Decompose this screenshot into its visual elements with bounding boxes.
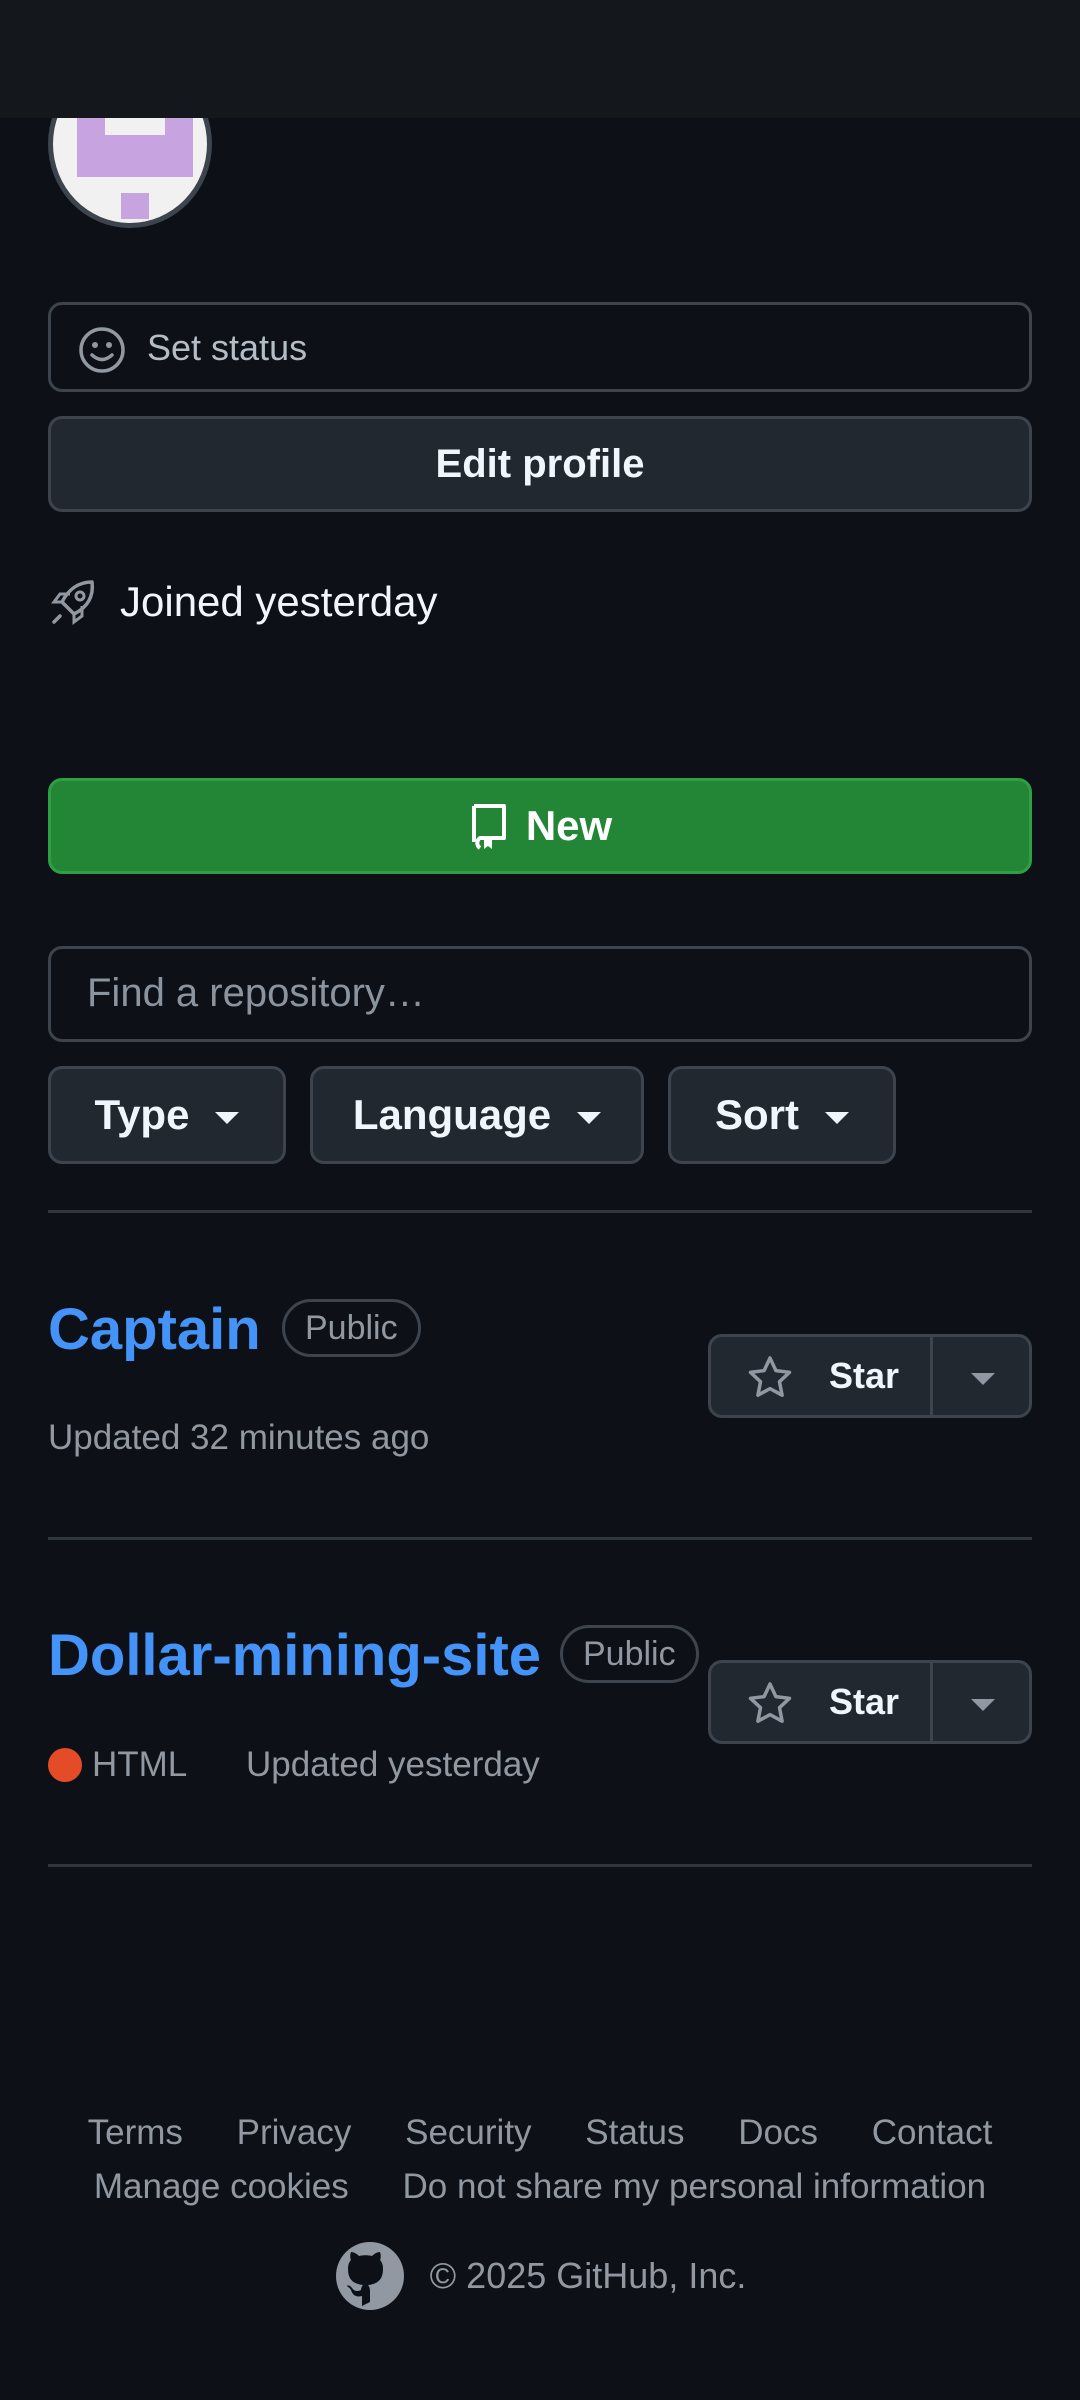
repository-language: HTML bbox=[48, 1745, 187, 1785]
star-button[interactable]: Star bbox=[711, 1337, 933, 1415]
find-repository-input[interactable]: Find a repository… bbox=[48, 946, 1032, 1042]
sort-filter-label: Sort bbox=[715, 1091, 799, 1138]
footer-link-do-not-share[interactable]: Do not share my personal information bbox=[403, 2167, 987, 2206]
type-filter-button[interactable]: Type bbox=[48, 1066, 286, 1164]
visibility-badge: Public bbox=[560, 1625, 699, 1683]
svg-text:Vo: Vo bbox=[832, 46, 849, 62]
divider bbox=[48, 1864, 1032, 1867]
new-repository-button[interactable]: New bbox=[48, 778, 1032, 874]
language-filter-label: Language bbox=[352, 1091, 552, 1138]
star-button-group: Star bbox=[708, 1660, 1032, 1744]
joined-label: Joined yesterday bbox=[120, 578, 438, 625]
star-label: Star bbox=[829, 1355, 900, 1396]
language-filter-button[interactable]: Language bbox=[310, 1066, 644, 1164]
edit-profile-label: Edit profile bbox=[435, 442, 645, 486]
divider bbox=[48, 1537, 1032, 1540]
copyright-text: © 2025 GitHub, Inc. bbox=[429, 2255, 747, 2296]
signal-4g-icon: 4G bbox=[876, 43, 917, 76]
identicon-image bbox=[77, 101, 193, 219]
set-status-button[interactable]: Set status bbox=[48, 302, 1032, 392]
repository-name-link[interactable]: Dollar-mining-site bbox=[48, 1622, 541, 1689]
footer-link-status[interactable]: Status bbox=[585, 2113, 684, 2152]
cloud-icon bbox=[268, 49, 298, 68]
sort-filter-button[interactable]: Sort bbox=[668, 1066, 896, 1164]
volte-icon: Vo LTE bbox=[830, 46, 850, 77]
github-logo-icon[interactable] bbox=[334, 2240, 406, 2312]
language-color-dot bbox=[48, 1748, 82, 1782]
svg-text:4G: 4G bbox=[876, 43, 894, 58]
repository-name-link[interactable]: Captain bbox=[48, 1296, 261, 1363]
divider bbox=[48, 1210, 1032, 1213]
footer-links: Terms Privacy Security Status Docs Conta… bbox=[0, 2113, 1080, 2153]
avatar[interactable] bbox=[48, 60, 212, 228]
type-filter-label: Type bbox=[94, 1091, 190, 1138]
star-label: Star bbox=[829, 1681, 900, 1722]
chevron-down-icon bbox=[825, 1112, 849, 1124]
footer-link-security[interactable]: Security bbox=[405, 2113, 531, 2152]
footer-link-docs[interactable]: Docs bbox=[738, 2113, 818, 2152]
chevron-down-icon bbox=[577, 1112, 602, 1124]
whatsapp-icon bbox=[216, 44, 248, 76]
moon-icon bbox=[730, 46, 754, 74]
edit-profile-button[interactable]: Edit profile bbox=[48, 416, 1032, 512]
find-repository-placeholder: Find a repository… bbox=[87, 971, 425, 1015]
rocket-icon bbox=[51, 580, 95, 625]
star-lists-dropdown[interactable] bbox=[933, 1337, 1029, 1415]
repo-icon bbox=[471, 804, 506, 850]
github-profile-page: 20:43 Vo LTE 4G 5% Set status Edit profi… bbox=[0, 0, 1080, 2400]
visibility-badge: Public bbox=[282, 1299, 421, 1357]
updated-time: Updated yesterday bbox=[246, 1745, 540, 1784]
new-label: New bbox=[525, 802, 613, 849]
star-icon bbox=[748, 1682, 792, 1723]
battery-percent: 5% bbox=[966, 38, 1021, 80]
set-status-label: Set status bbox=[147, 327, 308, 368]
smiley-icon bbox=[79, 327, 125, 373]
svg-text:LTE: LTE bbox=[830, 63, 850, 77]
footer-link-manage-cookies[interactable]: Manage cookies bbox=[94, 2167, 349, 2206]
footer-link-contact[interactable]: Contact bbox=[872, 2113, 993, 2152]
footer-links-secondary: Manage cookies Do not share my personal … bbox=[0, 2167, 1080, 2207]
footer-copyright: © 2025 GitHub, Inc. bbox=[0, 2240, 1080, 2312]
star-icon bbox=[748, 1356, 792, 1397]
star-button-group: Star bbox=[708, 1334, 1032, 1418]
chevron-down-icon bbox=[215, 1112, 240, 1124]
language-label: HTML bbox=[92, 1745, 188, 1784]
screen-corner-right bbox=[910, 14, 1030, 38]
chevron-down-icon bbox=[971, 1373, 995, 1385]
bell-muted-icon bbox=[776, 44, 808, 76]
footer-link-terms[interactable]: Terms bbox=[88, 2113, 183, 2152]
updated-time: Updated 32 minutes ago bbox=[48, 1418, 430, 1457]
star-button[interactable]: Star bbox=[711, 1663, 933, 1741]
battery-icon bbox=[939, 41, 961, 78]
chevron-down-icon bbox=[971, 1699, 995, 1711]
screen-corner-left bbox=[50, 14, 168, 38]
star-lists-dropdown[interactable] bbox=[933, 1663, 1029, 1741]
footer-link-privacy[interactable]: Privacy bbox=[237, 2113, 352, 2152]
